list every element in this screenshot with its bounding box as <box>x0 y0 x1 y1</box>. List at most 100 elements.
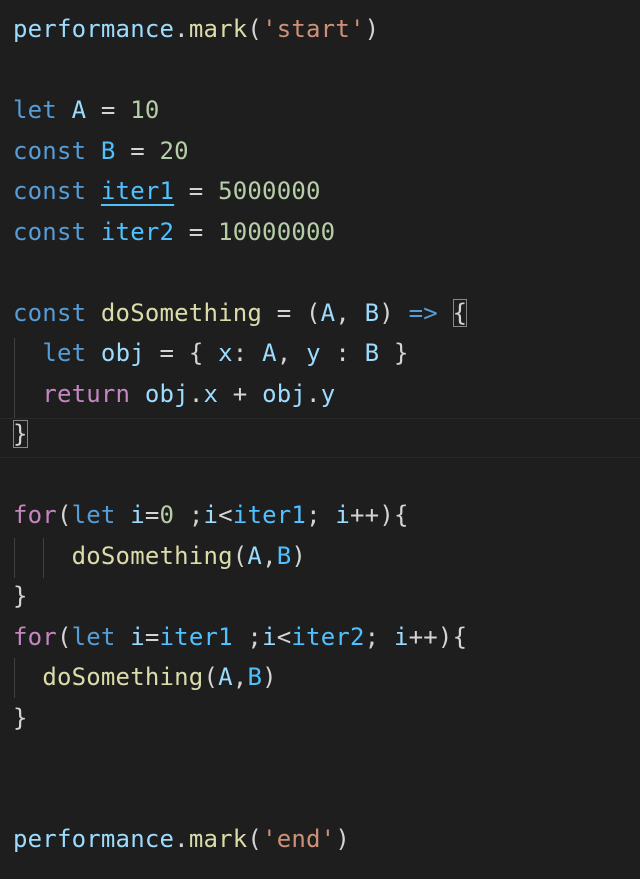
code-token: ( <box>247 15 263 43</box>
current-line-highlight <box>0 418 640 458</box>
code-token: 'end' <box>262 825 336 853</box>
code-token: . <box>174 825 189 853</box>
code-token: ; <box>364 622 394 651</box>
code-token: doSomething <box>100 298 263 327</box>
code-token: i <box>335 501 351 529</box>
code-token: ( <box>56 501 72 529</box>
code-token: 5000000 <box>218 177 321 205</box>
code-token: ; <box>174 501 204 529</box>
code-token: ++){ <box>408 622 468 651</box>
code-line: const iter2 = 10000000 <box>13 212 335 252</box>
code-token: A <box>71 96 87 124</box>
code-token: B <box>276 541 292 570</box>
code-token: for <box>13 622 57 651</box>
code-token: mark <box>188 825 248 853</box>
code-token: = <box>174 177 219 205</box>
code-token: ) <box>262 663 277 691</box>
code-token: = ( <box>262 298 321 327</box>
code-token: ) <box>291 541 307 570</box>
code-token: = { <box>144 339 219 367</box>
code-token: ) <box>335 825 350 853</box>
code-token: B <box>100 136 116 165</box>
code-token: doSomething <box>42 663 204 691</box>
code-token: A <box>320 298 336 327</box>
code-token: obj <box>262 379 307 408</box>
code-token: . <box>174 15 189 43</box>
code-token: iter1 <box>232 501 307 529</box>
code-token: iter2 <box>291 622 365 651</box>
code-line: for(let i=iter1 ;i<iter2; i++){ <box>13 617 467 657</box>
code-line: for(let i=0 ;i<iter1; i++){ <box>13 495 409 535</box>
code-token: A <box>262 339 277 367</box>
code-token: : <box>232 339 263 367</box>
code-token: ( <box>56 622 72 651</box>
code-token: const <box>13 136 87 165</box>
code-line: doSomething(A,B) <box>13 536 306 576</box>
code-token: 'start' <box>262 15 365 43</box>
code-token: for <box>13 501 57 529</box>
code-token: } <box>13 582 28 610</box>
code-token: iter2 <box>100 217 175 246</box>
code-token: . <box>188 379 204 408</box>
code-token: = <box>144 501 160 529</box>
code-token: 10000000 <box>218 217 336 246</box>
code-line: let A = 10 <box>13 90 160 130</box>
code-token: A <box>247 541 263 570</box>
code-line: return obj.x + obj.y <box>13 374 335 414</box>
code-token: doSomething <box>71 541 233 570</box>
code-token: < <box>276 622 292 651</box>
code-token: y <box>306 339 321 367</box>
code-token: performance <box>13 15 175 43</box>
code-line: const B = 20 <box>13 131 189 171</box>
code-token: ; <box>232 622 263 651</box>
code-token: < <box>218 501 233 529</box>
code-token: y <box>320 379 336 408</box>
code-token: const <box>13 177 87 205</box>
code-line: performance.mark('end') <box>13 819 350 859</box>
code-token: const <box>13 217 87 246</box>
code-token: ) <box>379 298 409 327</box>
code-token: = <box>115 136 160 165</box>
code-token: A <box>218 663 233 691</box>
code-editor[interactable]: performance.mark('start') let A = 10 const… <box>0 0 640 879</box>
code-token: ( <box>247 825 263 853</box>
code-token: : <box>320 339 365 367</box>
code-token: , <box>335 298 365 327</box>
code-line: } <box>13 698 28 738</box>
code-token: let <box>13 96 57 124</box>
code-line: performance.mark('start') <box>13 9 379 49</box>
matched-bracket: } <box>13 420 28 448</box>
code-line: const doSomething = (A, B) => { <box>13 293 468 333</box>
code-token: x <box>203 379 219 408</box>
code-token: i <box>262 622 277 651</box>
code-token: ( <box>203 663 219 691</box>
code-token: iter1 <box>100 177 175 205</box>
code-token: } <box>13 703 28 732</box>
code-token: B <box>364 298 380 327</box>
code-token: . <box>306 379 321 408</box>
code-token: performance <box>13 825 175 853</box>
code-token: obj <box>144 379 189 408</box>
code-token: iter1 <box>159 622 233 651</box>
code-token: i <box>130 501 145 529</box>
code-token: } <box>379 339 409 367</box>
code-token: => <box>408 298 438 327</box>
code-token: const <box>13 298 87 327</box>
code-token: = <box>174 217 219 246</box>
code-token: i <box>130 622 145 651</box>
code-token: ( <box>232 541 248 570</box>
code-token: B <box>364 339 380 367</box>
